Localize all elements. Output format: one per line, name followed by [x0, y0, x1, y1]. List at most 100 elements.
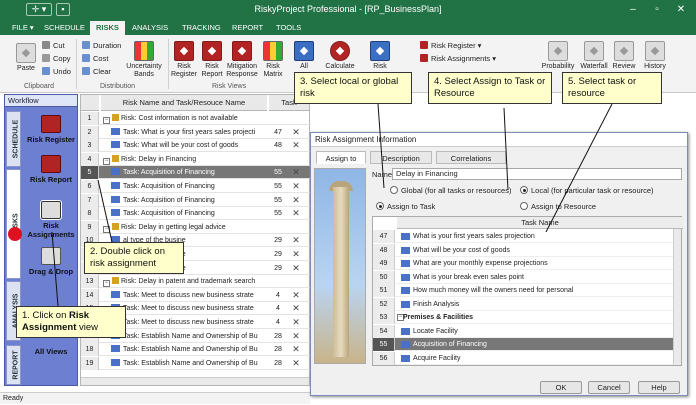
- collapse-icon[interactable]: −: [103, 117, 110, 124]
- undo-button[interactable]: Undo: [42, 67, 71, 76]
- delete-icon[interactable]: ✕: [289, 248, 303, 261]
- workflow-tab-risks[interactable]: RISKS: [6, 169, 21, 279]
- assign-resource-radio[interactable]: Assign to Resource: [520, 202, 596, 211]
- mitigation-response-button[interactable]: Mitigation Response: [224, 41, 260, 79]
- risk-button[interactable]: Risk: [366, 41, 394, 71]
- risk-matrix-button[interactable]: Risk Matrix: [260, 41, 286, 79]
- callout-step-5: 5. Select task or resource: [562, 72, 662, 104]
- copy-button[interactable]: Copy: [42, 54, 71, 63]
- delete-icon[interactable]: ✕: [289, 343, 303, 356]
- delete-icon[interactable]: ✕: [289, 316, 303, 329]
- task-list-item[interactable]: 53− Premises & Facilities: [373, 311, 673, 324]
- tab-report[interactable]: REPORT: [226, 21, 269, 35]
- delete-icon[interactable]: ✕: [289, 262, 303, 275]
- task-list-item[interactable]: 49 What are your monthly expense projecti…: [373, 257, 673, 270]
- table-row[interactable]: 18 Task: Establish Name and Ownership of …: [81, 343, 311, 357]
- table-row[interactable]: 2 Task: What is your first years sales pr…: [81, 125, 311, 139]
- table-row[interactable]: 14 Task: Meet to discuss new business str…: [81, 288, 311, 302]
- calculate-button[interactable]: Calculate: [322, 41, 358, 71]
- assign-task-radio[interactable]: Assign to Task: [376, 202, 435, 211]
- delete-icon[interactable]: ✕: [289, 180, 303, 193]
- tab-description[interactable]: Description: [370, 151, 432, 164]
- tab-correlations[interactable]: Correlations: [436, 151, 506, 164]
- minimize-icon[interactable]: –: [624, 2, 642, 17]
- tab-tracking[interactable]: TRACKING: [176, 21, 227, 35]
- delete-icon[interactable]: ✕: [289, 234, 303, 247]
- tab-risks[interactable]: RISKS: [90, 21, 125, 35]
- risk-assignments-dropdown[interactable]: Risk Assignments ▾: [420, 54, 496, 63]
- probability-button[interactable]: Probability: [540, 41, 576, 71]
- review-button[interactable]: Review: [610, 41, 638, 71]
- workflow-risk-assignments[interactable]: Risk Assignments: [25, 200, 77, 239]
- cost-button[interactable]: Cost: [82, 54, 108, 63]
- waterfall-button[interactable]: Waterfall: [578, 41, 610, 71]
- all-button[interactable]: All: [294, 41, 314, 71]
- task-list-item[interactable]: 52 Finish Analysis: [373, 297, 673, 311]
- table-row[interactable]: 5 Task: Acquisition of Financing 55 ✕: [81, 166, 311, 180]
- delete-icon[interactable]: ✕: [289, 166, 303, 179]
- task-list-item[interactable]: 47 What is your first years sales project…: [373, 230, 673, 243]
- risk-register-dropdown[interactable]: Risk Register ▾: [420, 41, 481, 50]
- table-row[interactable]: 8 Task: Acquisition of Financing 55 ✕: [81, 207, 311, 221]
- workflow-risk-report[interactable]: Risk Report: [25, 155, 77, 184]
- collapse-icon[interactable]: −: [103, 280, 110, 288]
- tab-schedule[interactable]: SCHEDULE: [38, 21, 91, 35]
- delete-icon[interactable]: ✕: [289, 289, 303, 302]
- clear-button[interactable]: Clear: [82, 67, 111, 76]
- delete-icon[interactable]: ✕: [289, 139, 303, 152]
- collapse-icon[interactable]: −: [103, 157, 110, 165]
- delete-icon[interactable]: ✕: [289, 302, 303, 315]
- name-field[interactable]: Delay in Financing: [392, 168, 682, 180]
- table-row[interactable]: 9 − Risk: Delay in getting legal advice: [81, 220, 311, 234]
- uncertainty-bands-button[interactable]: Uncertainty Bands: [122, 41, 166, 79]
- separator: [76, 39, 77, 89]
- duration-button[interactable]: Duration: [82, 41, 121, 50]
- task-list-item[interactable]: 50 What is your break even sales point: [373, 270, 673, 284]
- delete-icon[interactable]: ✕: [289, 357, 303, 370]
- workflow-risk-register[interactable]: Risk Register: [25, 115, 77, 144]
- delete-icon[interactable]: ✕: [289, 330, 303, 343]
- cut-button[interactable]: Cut: [42, 41, 65, 50]
- task-list-item[interactable]: 51 How much money will the owners need fo…: [373, 284, 673, 297]
- help-button[interactable]: Help: [638, 381, 680, 394]
- task-name: Finish Analysis: [413, 300, 460, 308]
- grid-horizontal-scrollbar[interactable]: [81, 377, 309, 385]
- table-row[interactable]: 19 Task: Establish Name and Ownership of …: [81, 356, 311, 370]
- workflow-all-views[interactable]: All Views: [25, 347, 77, 356]
- tab-analysis[interactable]: ANALYSIS: [126, 21, 174, 35]
- table-row[interactable]: 6 Task: Acquisition of Financing 55 ✕: [81, 180, 311, 193]
- tab-tools[interactable]: TOOLS: [270, 21, 307, 35]
- table-row[interactable]: 3 Task: What will be your cost of goods 48…: [81, 139, 311, 153]
- history-button[interactable]: History: [640, 41, 670, 71]
- workflow-drag-drop[interactable]: Drag & Drop: [25, 247, 77, 276]
- paste-button[interactable]: Paste: [14, 43, 38, 73]
- local-radio[interactable]: Local (for particular task or resource): [520, 186, 654, 195]
- collapse-icon[interactable]: −: [103, 225, 110, 233]
- tab-file[interactable]: FILE ▾: [6, 21, 40, 35]
- global-radio[interactable]: Global (for all tasks or resources): [390, 186, 511, 195]
- delete-icon[interactable]: ✕: [289, 207, 303, 220]
- workflow-tab-report[interactable]: REPORT: [6, 345, 21, 385]
- risk-report-view-button[interactable]: Risk Report: [200, 41, 224, 79]
- delete-icon[interactable]: ✕: [289, 126, 303, 139]
- task-list-item[interactable]: 55 Acquisition of Financing: [373, 338, 673, 351]
- table-row[interactable]: 7 Task: Acquisition of Financing 55 ✕: [81, 193, 311, 207]
- alert-icon[interactable]: [8, 227, 22, 241]
- grid-header-name[interactable]: Risk Name and Task/Resouce Name: [101, 95, 267, 111]
- tab-assign-to[interactable]: Assign to: [316, 151, 366, 164]
- task-list-item[interactable]: 54 Locate Facility: [373, 324, 673, 338]
- task-list-item[interactable]: 48 What will be your cost of goods: [373, 243, 673, 257]
- workflow-tab-schedule[interactable]: SCHEDULE: [6, 111, 21, 167]
- close-icon[interactable]: ✕: [672, 2, 690, 17]
- task-list-scrollbar[interactable]: [673, 229, 681, 365]
- table-row[interactable]: 1 − Risk: Cost information is not availabl…: [81, 112, 311, 125]
- table-row[interactable]: 13 − Risk: Delay in patent and trademark s…: [81, 275, 311, 289]
- table-row[interactable]: 4 − Risk: Delay in Financing: [81, 152, 311, 166]
- delete-icon[interactable]: ✕: [289, 194, 303, 207]
- maximize-icon[interactable]: ▫: [648, 2, 666, 17]
- task-list-item[interactable]: 56 Acquire Facility: [373, 351, 673, 365]
- cancel-button[interactable]: Cancel: [588, 381, 630, 394]
- task-list-header[interactable]: Task Name: [397, 217, 683, 229]
- ok-button[interactable]: OK: [540, 381, 582, 394]
- risk-register-view-button[interactable]: Risk Register: [170, 41, 198, 79]
